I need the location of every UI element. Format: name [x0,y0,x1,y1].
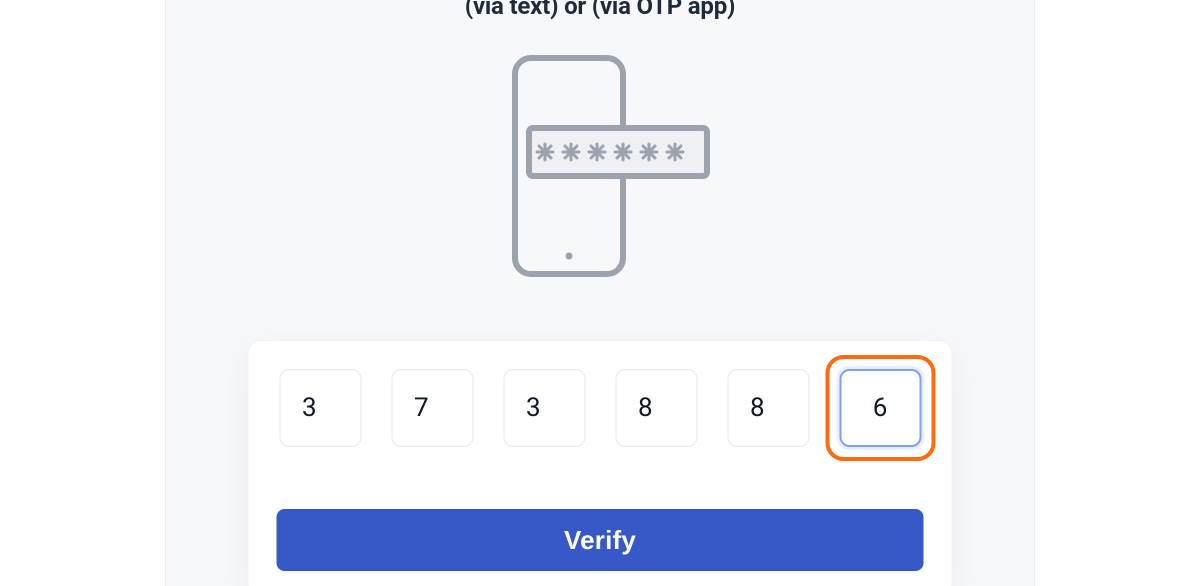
otp-digit-3[interactable] [503,369,585,447]
otp-digit-4[interactable] [615,369,697,447]
otp-digit-5[interactable] [727,369,809,447]
otp-digit-6[interactable] [839,369,921,447]
phone-otp-icon [485,50,715,319]
otp-input-row [277,369,924,447]
verify-button[interactable]: Verify [277,509,924,571]
otp-digit-1[interactable] [279,369,361,447]
page-root: (via text) or (via OTP app) [0,0,1200,586]
verify-subtitle: (via text) or (via OTP app) [166,0,1034,20]
verify-panel: (via text) or (via OTP app) [165,0,1035,586]
otp-card: Verify [248,340,953,586]
otp-digit-2[interactable] [391,369,473,447]
